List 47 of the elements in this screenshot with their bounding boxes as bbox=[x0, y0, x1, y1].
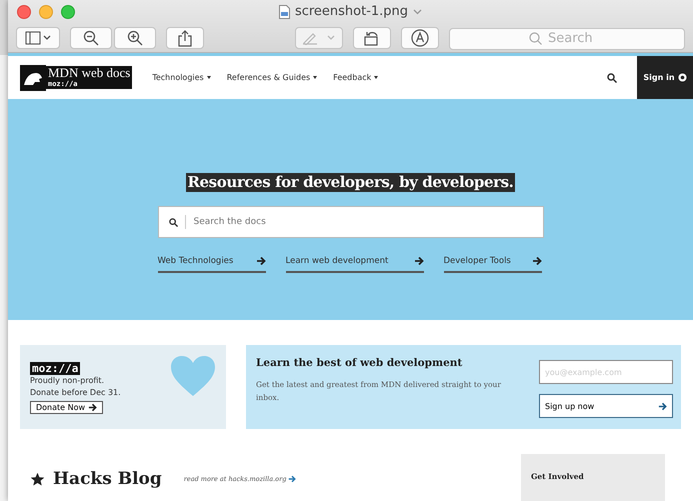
zoom-in-button[interactable] bbox=[114, 27, 156, 49]
mozilla-logo: moz://a bbox=[30, 362, 80, 375]
search-icon bbox=[168, 218, 178, 227]
nav-menu[interactable]: Feedback bbox=[333, 73, 378, 82]
nav-menu[interactable]: References & Guides bbox=[226, 73, 318, 82]
share-button[interactable] bbox=[166, 27, 204, 49]
hero-heading: Resources for developers, by developers. bbox=[186, 173, 515, 192]
donate-button[interactable]: Donate Now bbox=[30, 401, 104, 414]
image-file-icon bbox=[278, 4, 290, 18]
nav-menu[interactable]: Technologies bbox=[152, 73, 211, 82]
arrow-icon bbox=[88, 403, 98, 412]
circled-letter-icon bbox=[411, 29, 429, 47]
rotate-button[interactable] bbox=[353, 27, 391, 49]
sidebar-icon bbox=[25, 31, 51, 45]
newsletter-title: Learn the best of web development bbox=[256, 357, 464, 369]
topic-link[interactable]: Developer Tools bbox=[444, 256, 542, 273]
heart-icon bbox=[170, 355, 216, 397]
arrow-icon bbox=[658, 402, 667, 410]
search-icon bbox=[529, 32, 542, 45]
search-icon[interactable] bbox=[607, 72, 617, 82]
zoom-in-icon bbox=[127, 30, 143, 46]
arrow-icon bbox=[532, 256, 542, 266]
zoom-out-button[interactable] bbox=[70, 27, 112, 49]
share-icon bbox=[178, 30, 192, 46]
search-field[interactable]: Search bbox=[449, 28, 685, 50]
annotate-button[interactable] bbox=[401, 27, 439, 49]
arrow-icon bbox=[414, 256, 424, 266]
close-button[interactable] bbox=[17, 5, 31, 19]
star-icon bbox=[30, 472, 45, 486]
sign-in-button[interactable]: Sign in bbox=[637, 56, 693, 99]
blog-title: Hacks Blog bbox=[53, 469, 162, 489]
zoom-out-icon bbox=[83, 30, 99, 46]
arrow-icon bbox=[288, 475, 296, 483]
sign-up-button[interactable]: Sign up now bbox=[539, 394, 673, 418]
chevron-icon bbox=[413, 8, 422, 14]
search-field[interactable]: Search the docs bbox=[158, 206, 544, 238]
topic-link[interactable]: Web Technologies bbox=[158, 256, 266, 273]
ring-icon bbox=[678, 73, 687, 82]
window-title: screenshot-1.png bbox=[294, 4, 408, 19]
dinosaur-icon bbox=[20, 64, 46, 90]
sidebar-button[interactable] bbox=[16, 27, 60, 49]
topic-link[interactable]: Learn web development bbox=[286, 256, 424, 273]
logo-text: MDN web docs bbox=[47, 66, 132, 80]
donate-text: Proudly non-profit. bbox=[30, 375, 104, 387]
arrow-icon bbox=[256, 256, 266, 266]
donate-text: Donate before Dec 31. bbox=[30, 387, 121, 399]
pen-icon bbox=[302, 31, 336, 45]
